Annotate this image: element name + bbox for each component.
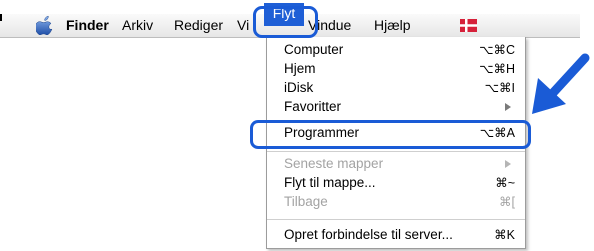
- menubar-vis[interactable]: Vi: [237, 17, 249, 33]
- menu-item-label: Seneste mapper: [284, 156, 384, 171]
- menubar-hjaelp[interactable]: Hjælp: [374, 17, 411, 33]
- menu-item-shortcut: ⌘K: [494, 228, 515, 242]
- menu-item-favoritter[interactable]: Favoritter: [267, 98, 525, 117]
- menu-item-shortcut: ⌥⌘I: [484, 81, 515, 95]
- menu-item-label: Favoritter: [284, 99, 342, 114]
- menu-item-label: Opret forbindelse til server...: [284, 227, 453, 242]
- menubar-app-name[interactable]: Finder: [66, 17, 109, 33]
- menu-item-shortcut: ⌥⌘C: [479, 43, 515, 57]
- programmer-highlight-ring: [250, 120, 531, 149]
- menu-item-idisk[interactable]: iDisk ⌥⌘I: [267, 79, 525, 98]
- menu-item-label: Hjem: [284, 61, 316, 76]
- menubar-corner: [0, 14, 2, 21]
- callout-arrow-icon: [532, 53, 590, 114]
- menu-item-flyt-til-mappe[interactable]: Flyt til mappe... ⌘~: [267, 174, 525, 193]
- submenu-arrow-icon: [505, 103, 511, 111]
- submenu-arrow-icon: [505, 160, 511, 168]
- apple-icon[interactable]: [36, 15, 54, 35]
- menu-item-computer[interactable]: Computer ⌥⌘C: [267, 41, 525, 60]
- menu-separator: [267, 219, 525, 220]
- menu-item-shortcut: ⌘[: [499, 195, 515, 209]
- flyt-highlight-ring: [253, 6, 318, 38]
- menu-item-seneste-mapper: Seneste mapper: [267, 155, 525, 174]
- menu-item-shortcut: ⌘~: [495, 176, 515, 190]
- menubar-arkiv[interactable]: Arkiv: [122, 17, 153, 33]
- menu-item-tilbage: Tilbage ⌘[: [267, 193, 525, 212]
- menu-item-label: Flyt til mappe...: [284, 175, 376, 190]
- menu-separator: [267, 151, 525, 152]
- denmark-flag-icon[interactable]: [460, 19, 477, 32]
- menu-item-shortcut: ⌥⌘H: [479, 62, 515, 76]
- menu-item-label: Tilbage: [284, 194, 328, 209]
- menu-item-hjem[interactable]: Hjem ⌥⌘H: [267, 60, 525, 79]
- menu-item-label: iDisk: [284, 80, 314, 95]
- menu-item-opret-forbindelse[interactable]: Opret forbindelse til server... ⌘K: [267, 226, 525, 245]
- menu-item-label: Computer: [284, 42, 344, 57]
- menubar-rediger[interactable]: Rediger: [174, 17, 223, 33]
